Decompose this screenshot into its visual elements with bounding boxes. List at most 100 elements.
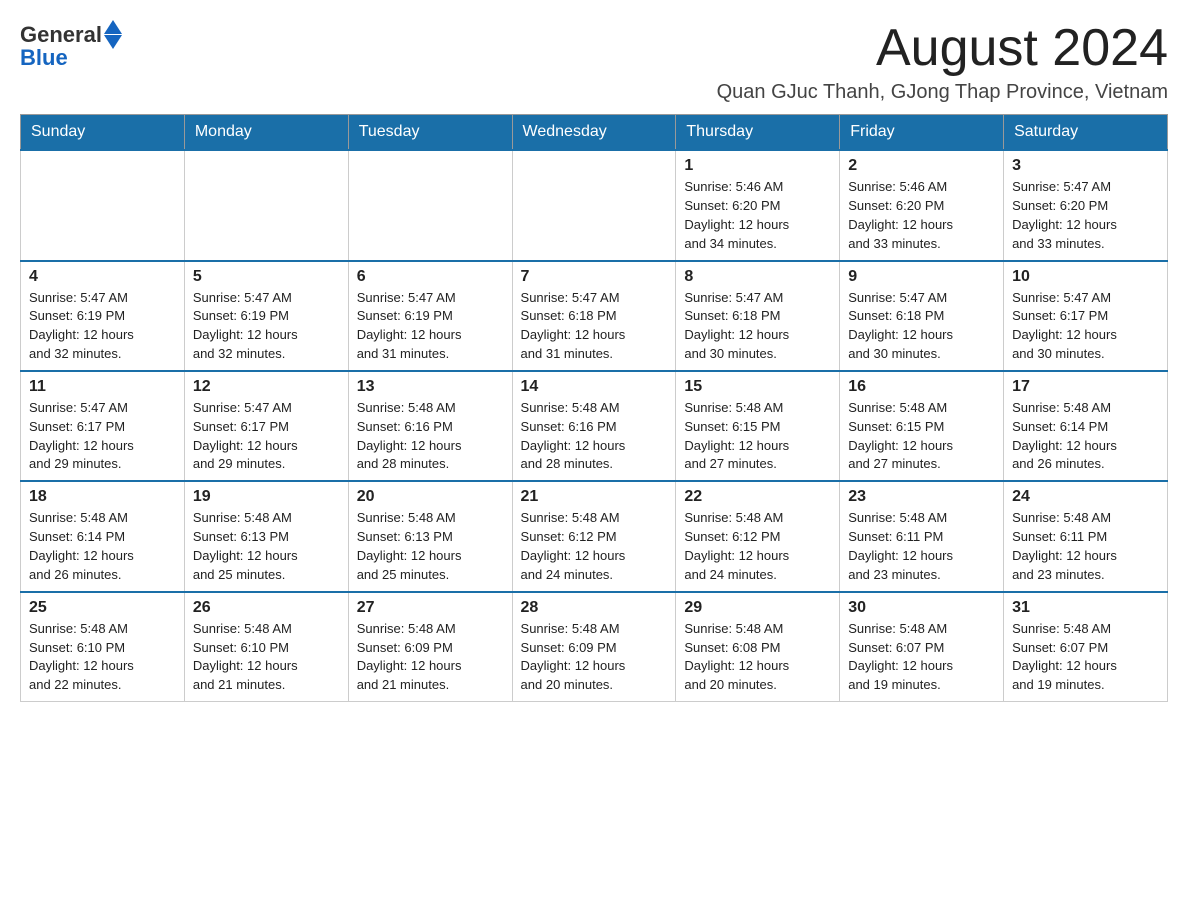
page-header: General Blue August 2024 Quan GJuc Thanh…: [20, 20, 1168, 104]
day-number: 13: [357, 378, 504, 396]
day-number: 28: [521, 599, 668, 617]
calendar-cell: 7 Sunrise: 5:47 AM Sunset: 6:18 PM Daylig…: [512, 261, 676, 371]
week-row-3: 11 Sunrise: 5:47 AM Sunset: 6:17 PM Dayli…: [21, 371, 1168, 481]
day-number: 24: [1012, 488, 1159, 506]
day-number: 16: [848, 378, 995, 396]
day-number: 3: [1012, 157, 1159, 175]
calendar-cell: 20Sunrise: 5:48 AM Sunset: 6:13 PM Dayli…: [348, 481, 512, 591]
calendar-cell: 4 Sunrise: 5:47 AM Sunset: 6:19 PM Daylig…: [21, 261, 185, 371]
day-info: Sunrise: 5:47 AM Sunset: 6:17 PM Dayligh…: [29, 399, 176, 474]
day-number: 11: [29, 378, 176, 396]
day-info: Sunrise: 5:46 AM Sunset: 6:20 PM Dayligh…: [684, 178, 831, 253]
day-info: Sunrise: 5:48 AM Sunset: 6:10 PM Dayligh…: [29, 620, 176, 695]
day-info: Sunrise: 5:48 AM Sunset: 6:08 PM Dayligh…: [684, 620, 831, 695]
day-info: Sunrise: 5:48 AM Sunset: 6:14 PM Dayligh…: [29, 509, 176, 584]
day-info: Sunrise: 5:48 AM Sunset: 6:11 PM Dayligh…: [1012, 509, 1159, 584]
calendar-cell: 29 Sunrise: 5:48 AM Sunset: 6:08 PM Dayli…: [676, 592, 840, 702]
day-info: Sunrise: 5:48 AM Sunset: 6:16 PM Dayligh…: [357, 399, 504, 474]
calendar-cell: 21Sunrise: 5:48 AM Sunset: 6:12 PM Dayli…: [512, 481, 676, 591]
day-info: Sunrise: 5:48 AM Sunset: 6:07 PM Dayligh…: [848, 620, 995, 695]
day-number: 17: [1012, 378, 1159, 396]
calendar-cell: [348, 150, 512, 260]
day-number: 9: [848, 268, 995, 286]
calendar-cell: [512, 150, 676, 260]
calendar-cell: 26 Sunrise: 5:48 AM Sunset: 6:10 PM Dayli…: [184, 592, 348, 702]
day-number: 15: [684, 378, 831, 396]
day-number: 23: [848, 488, 995, 506]
day-info: Sunrise: 5:47 AM Sunset: 6:19 PM Dayligh…: [29, 289, 176, 364]
logo-general-text: General: [20, 22, 102, 48]
day-number: 8: [684, 268, 831, 286]
calendar-cell: 3 Sunrise: 5:47 AM Sunset: 6:20 PM Daylig…: [1004, 150, 1168, 260]
day-number: 1: [684, 157, 831, 175]
calendar-cell: 5 Sunrise: 5:47 AM Sunset: 6:19 PM Daylig…: [184, 261, 348, 371]
calendar-cell: 17 Sunrise: 5:48 AM Sunset: 6:14 PM Dayli…: [1004, 371, 1168, 481]
day-number: 14: [521, 378, 668, 396]
calendar-cell: 25 Sunrise: 5:48 AM Sunset: 6:10 PM Dayli…: [21, 592, 185, 702]
day-number: 25: [29, 599, 176, 617]
day-info: Sunrise: 5:47 AM Sunset: 6:19 PM Dayligh…: [193, 289, 340, 364]
day-info: Sunrise: 5:47 AM Sunset: 6:17 PM Dayligh…: [1012, 289, 1159, 364]
calendar-cell: 2Sunrise: 5:46 AM Sunset: 6:20 PM Daylig…: [840, 150, 1004, 260]
day-number: 6: [357, 268, 504, 286]
day-info: Sunrise: 5:47 AM Sunset: 6:19 PM Dayligh…: [357, 289, 504, 364]
day-info: Sunrise: 5:47 AM Sunset: 6:18 PM Dayligh…: [684, 289, 831, 364]
week-row-2: 4 Sunrise: 5:47 AM Sunset: 6:19 PM Daylig…: [21, 261, 1168, 371]
day-info: Sunrise: 5:46 AM Sunset: 6:20 PM Dayligh…: [848, 178, 995, 253]
day-info: Sunrise: 5:48 AM Sunset: 6:13 PM Dayligh…: [357, 509, 504, 584]
logo: General Blue: [20, 20, 122, 71]
day-info: Sunrise: 5:48 AM Sunset: 6:09 PM Dayligh…: [357, 620, 504, 695]
weekday-header-wednesday: Wednesday: [512, 115, 676, 151]
day-info: Sunrise: 5:47 AM Sunset: 6:18 PM Dayligh…: [848, 289, 995, 364]
calendar-cell: 22Sunrise: 5:48 AM Sunset: 6:12 PM Dayli…: [676, 481, 840, 591]
month-title: August 2024: [717, 20, 1168, 77]
day-info: Sunrise: 5:47 AM Sunset: 6:20 PM Dayligh…: [1012, 178, 1159, 253]
weekday-header-row: SundayMondayTuesdayWednesdayThursdayFrid…: [21, 115, 1168, 151]
day-info: Sunrise: 5:48 AM Sunset: 6:15 PM Dayligh…: [684, 399, 831, 474]
day-info: Sunrise: 5:48 AM Sunset: 6:12 PM Dayligh…: [521, 509, 668, 584]
day-number: 7: [521, 268, 668, 286]
day-info: Sunrise: 5:48 AM Sunset: 6:12 PM Dayligh…: [684, 509, 831, 584]
weekday-header-friday: Friday: [840, 115, 1004, 151]
week-row-1: 1 Sunrise: 5:46 AM Sunset: 6:20 PM Daylig…: [21, 150, 1168, 260]
day-number: 26: [193, 599, 340, 617]
day-number: 29: [684, 599, 831, 617]
day-info: Sunrise: 5:47 AM Sunset: 6:18 PM Dayligh…: [521, 289, 668, 364]
calendar-cell: 14 Sunrise: 5:48 AM Sunset: 6:16 PM Dayli…: [512, 371, 676, 481]
day-info: Sunrise: 5:48 AM Sunset: 6:16 PM Dayligh…: [521, 399, 668, 474]
day-number: 4: [29, 268, 176, 286]
day-number: 5: [193, 268, 340, 286]
calendar-cell: 15 Sunrise: 5:48 AM Sunset: 6:15 PM Dayli…: [676, 371, 840, 481]
day-info: Sunrise: 5:47 AM Sunset: 6:17 PM Dayligh…: [193, 399, 340, 474]
week-row-4: 18 Sunrise: 5:48 AM Sunset: 6:14 PM Dayli…: [21, 481, 1168, 591]
calendar-cell: 10 Sunrise: 5:47 AM Sunset: 6:17 PM Dayli…: [1004, 261, 1168, 371]
calendar-cell: 12 Sunrise: 5:47 AM Sunset: 6:17 PM Dayli…: [184, 371, 348, 481]
week-row-5: 25 Sunrise: 5:48 AM Sunset: 6:10 PM Dayli…: [21, 592, 1168, 702]
weekday-header-monday: Monday: [184, 115, 348, 151]
day-number: 10: [1012, 268, 1159, 286]
calendar-cell: 8 Sunrise: 5:47 AM Sunset: 6:18 PM Daylig…: [676, 261, 840, 371]
calendar-cell: [184, 150, 348, 260]
day-number: 27: [357, 599, 504, 617]
calendar-table: SundayMondayTuesdayWednesdayThursdayFrid…: [20, 114, 1168, 702]
calendar-cell: 9 Sunrise: 5:47 AM Sunset: 6:18 PM Daylig…: [840, 261, 1004, 371]
day-number: 18: [29, 488, 176, 506]
calendar-cell: 16Sunrise: 5:48 AM Sunset: 6:15 PM Dayli…: [840, 371, 1004, 481]
calendar-cell: 6 Sunrise: 5:47 AM Sunset: 6:19 PM Daylig…: [348, 261, 512, 371]
weekday-header-tuesday: Tuesday: [348, 115, 512, 151]
day-info: Sunrise: 5:48 AM Sunset: 6:14 PM Dayligh…: [1012, 399, 1159, 474]
day-number: 12: [193, 378, 340, 396]
calendar-cell: 23Sunrise: 5:48 AM Sunset: 6:11 PM Dayli…: [840, 481, 1004, 591]
weekday-header-sunday: Sunday: [21, 115, 185, 151]
weekday-header-saturday: Saturday: [1004, 115, 1168, 151]
day-number: 19: [193, 488, 340, 506]
calendar-cell: 11 Sunrise: 5:47 AM Sunset: 6:17 PM Dayli…: [21, 371, 185, 481]
day-number: 31: [1012, 599, 1159, 617]
weekday-header-thursday: Thursday: [676, 115, 840, 151]
day-info: Sunrise: 5:48 AM Sunset: 6:07 PM Dayligh…: [1012, 620, 1159, 695]
calendar-cell: 31 Sunrise: 5:48 AM Sunset: 6:07 PM Dayli…: [1004, 592, 1168, 702]
calendar-cell: 27 Sunrise: 5:48 AM Sunset: 6:09 PM Dayli…: [348, 592, 512, 702]
day-info: Sunrise: 5:48 AM Sunset: 6:10 PM Dayligh…: [193, 620, 340, 695]
calendar-cell: 13 Sunrise: 5:48 AM Sunset: 6:16 PM Dayli…: [348, 371, 512, 481]
calendar-cell: 28Sunrise: 5:48 AM Sunset: 6:09 PM Dayli…: [512, 592, 676, 702]
